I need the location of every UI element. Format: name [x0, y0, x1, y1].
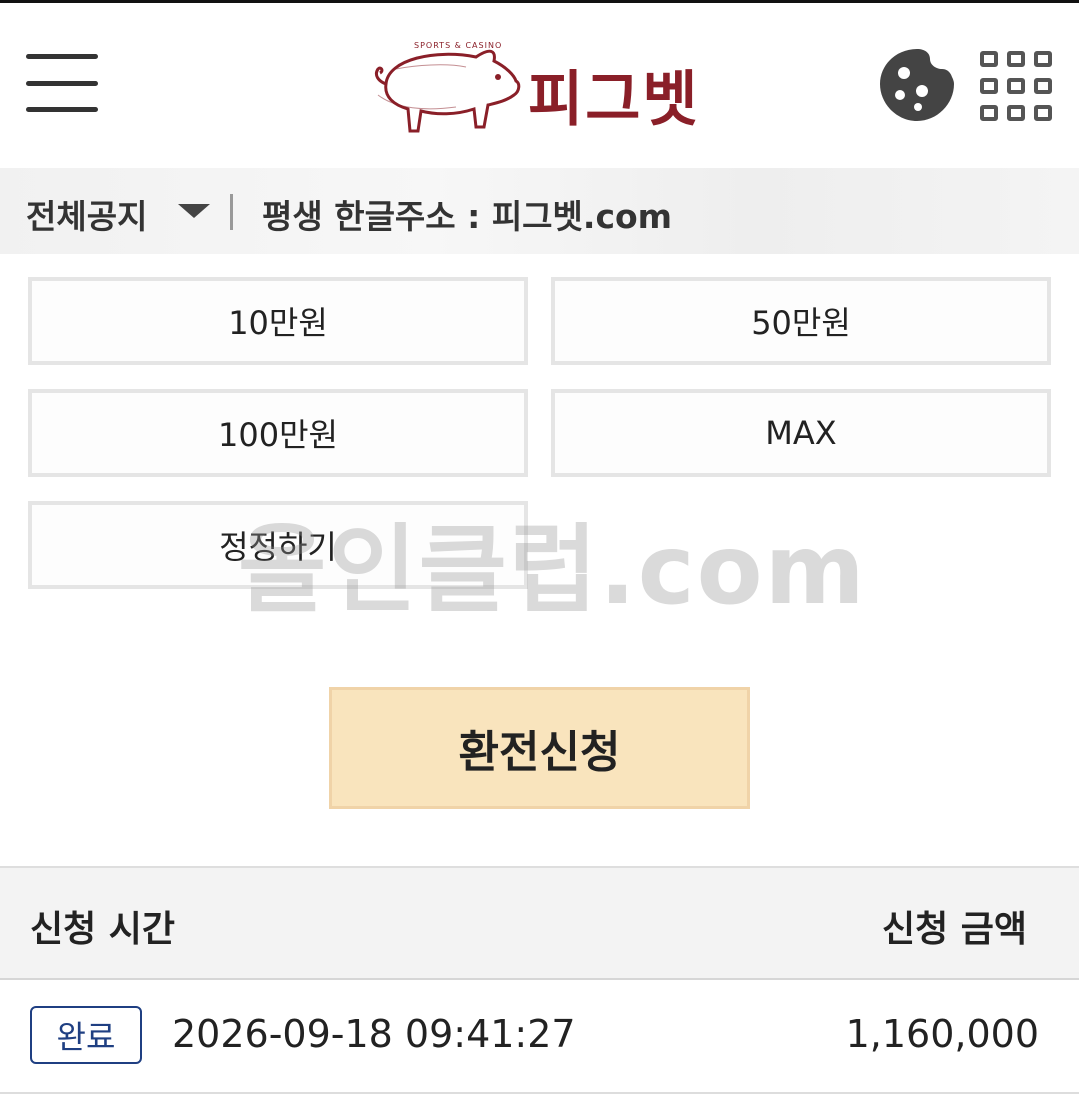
request-amount: 1,160,000: [845, 1012, 1039, 1056]
request-time: 2026-09-18 09:41:27: [172, 1012, 576, 1056]
header: SPORTS & CASINO 피그벳: [0, 3, 1079, 168]
exchange-history-table: 신청 시간 신청 금액 완료 2026-09-18 09:41:27 1,160…: [0, 866, 1079, 1094]
divider: [230, 194, 233, 230]
amount-max-button[interactable]: MAX: [551, 389, 1051, 477]
caret-down-icon[interactable]: [178, 204, 210, 218]
cookie-icon[interactable]: [880, 47, 954, 121]
status-badge: 완료: [30, 1006, 142, 1064]
table-row: 완료 2026-09-18 09:41:27 1,160,000: [0, 980, 1079, 1094]
logo-subtext: SPORTS & CASINO: [414, 41, 503, 50]
notice-text[interactable]: 평생 한글주소 : 피그벳.com: [262, 190, 672, 238]
pig-logo-icon: [374, 49, 521, 133]
hamburger-menu-icon[interactable]: [26, 51, 100, 117]
notice-category-label[interactable]: 전체공지: [26, 190, 147, 238]
amount-50-button[interactable]: 50만원: [551, 277, 1051, 365]
column-header-amount: 신청 금액: [881, 909, 1027, 950]
reset-amount-button[interactable]: 정정하기: [28, 501, 528, 589]
app-grid-icon[interactable]: [980, 51, 1054, 123]
notice-bar: 전체공지 평생 한글주소 : 피그벳.com: [0, 168, 1079, 254]
exchange-request-button[interactable]: 환전신청: [329, 687, 750, 809]
amount-100-button[interactable]: 100만원: [28, 389, 528, 477]
table-header: 신청 시간 신청 금액: [0, 866, 1079, 980]
logo-text: 피그벳: [528, 65, 700, 135]
amount-10-button[interactable]: 10만원: [28, 277, 528, 365]
site-logo[interactable]: SPORTS & CASINO 피그벳: [366, 39, 716, 139]
column-header-time: 신청 시간: [30, 909, 176, 950]
